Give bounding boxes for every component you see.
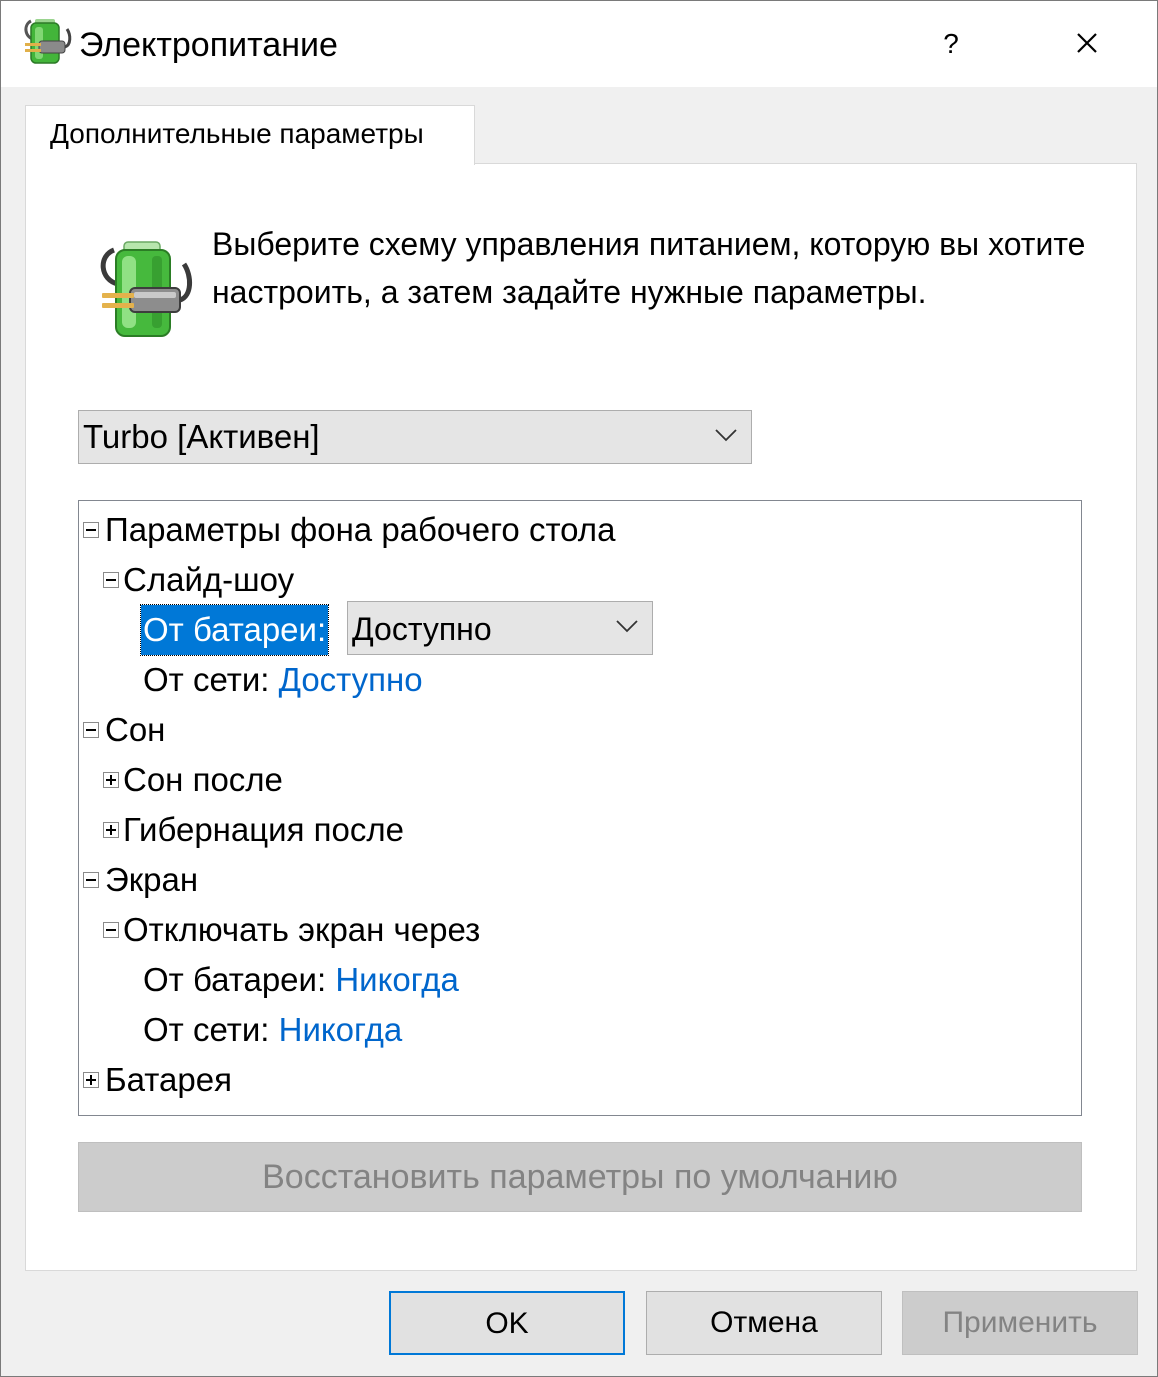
settings-tree[interactable]: Параметры фона рабочего стола Слайд-шоу … [78, 500, 1082, 1116]
tab-panel: Выберите схему управления питанием, кото… [25, 163, 1137, 1271]
expand-icon[interactable] [103, 822, 119, 838]
power-scheme-dropdown[interactable]: Turbo [Активен] [78, 410, 752, 464]
power-scheme-value: Turbo [Активен] [83, 418, 320, 455]
tree-node-battery[interactable]: Батарея [83, 1055, 232, 1105]
power-plug-battery-icon [21, 15, 73, 69]
ok-button[interactable]: OK [389, 1291, 625, 1355]
tree-node-slideshow-battery[interactable]: От батареи: [139, 604, 330, 656]
setting-value-link[interactable]: Никогда [335, 961, 459, 998]
tree-node-display-battery[interactable]: От батареи: Никогда [143, 955, 459, 1005]
power-options-dialog: Электропитание ? Дополнительные параметр… [0, 0, 1158, 1377]
help-button[interactable]: ? [919, 19, 983, 69]
collapse-icon[interactable] [103, 922, 119, 938]
close-button[interactable] [1051, 19, 1123, 69]
restore-defaults-button[interactable]: Восстановить параметры по умолчанию [78, 1142, 1082, 1212]
tree-node-label: Сон после [123, 761, 283, 798]
tree-node-display[interactable]: Экран [83, 855, 198, 905]
expand-icon[interactable] [103, 772, 119, 788]
tree-node-label: Гибернация после [123, 811, 404, 848]
intro-text: Выберите схему управления питанием, кото… [212, 226, 1086, 310]
slideshow-battery-dropdown[interactable]: Доступно [347, 601, 653, 655]
tree-node-slideshow[interactable]: Слайд-шоу [103, 555, 294, 605]
expand-icon[interactable] [83, 1072, 99, 1088]
tree-node-hibernate-after[interactable]: Гибернация после [103, 805, 404, 855]
setting-label: От сети: [143, 1011, 270, 1048]
power-plug-battery-icon [94, 236, 194, 346]
collapse-icon[interactable] [103, 572, 119, 588]
collapse-icon[interactable] [83, 522, 99, 538]
title-bar: Электропитание ? [1, 1, 1157, 87]
cancel-button[interactable]: Отмена [646, 1291, 882, 1355]
setting-label: От сети: [143, 661, 270, 698]
tab-advanced-settings[interactable]: Дополнительные параметры [25, 105, 475, 165]
tree-node-sleep[interactable]: Сон [83, 705, 165, 755]
setting-label: От батареи: [143, 961, 327, 998]
tree-node-display-ac[interactable]: От сети: Никогда [143, 1005, 402, 1055]
tree-node-label: Сон [105, 711, 166, 748]
apply-button[interactable]: Применить [902, 1291, 1138, 1355]
chevron-down-icon [616, 620, 638, 633]
dropdown-value: Доступно [352, 611, 492, 647]
tree-node-label: Батарея [105, 1061, 232, 1098]
tree-node-sleep-after[interactable]: Сон после [103, 755, 283, 805]
window-title: Электропитание [79, 26, 338, 64]
tree-node-label: Слайд-шоу [123, 561, 295, 598]
setting-label-selected[interactable]: От батареи: [139, 604, 330, 656]
chevron-down-icon [715, 429, 737, 442]
tree-node-turn-off-display[interactable]: Отключать экран через [103, 905, 480, 955]
collapse-icon[interactable] [83, 722, 99, 738]
setting-value-link[interactable]: Доступно [279, 661, 423, 698]
tree-node-desktop-background[interactable]: Параметры фона рабочего стола [83, 505, 615, 555]
setting-value-link[interactable]: Никогда [279, 1011, 403, 1048]
close-icon [1077, 33, 1097, 53]
tree-node-label: Отключать экран через [123, 911, 481, 948]
collapse-icon[interactable] [83, 872, 99, 888]
tree-node-label: Параметры фона рабочего стола [105, 511, 616, 548]
tree-node-label: Экран [105, 861, 199, 898]
tree-node-slideshow-ac[interactable]: От сети: Доступно [143, 655, 423, 705]
